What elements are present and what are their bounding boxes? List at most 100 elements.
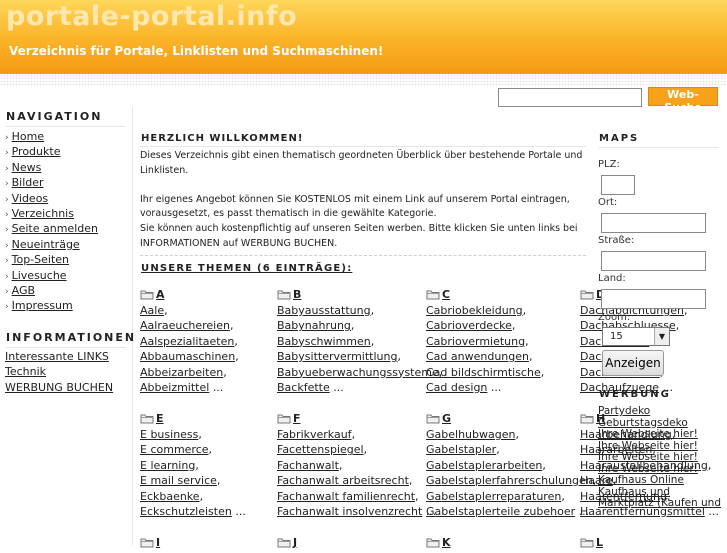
- category-item[interactable]: Cad design ...: [426, 380, 544, 395]
- nav-link[interactable]: AGB: [12, 284, 35, 297]
- nav-item-agb[interactable]: › AGB: [5, 283, 98, 298]
- category-link[interactable]: Babynahrung: [277, 319, 351, 332]
- category-item[interactable]: E commerce,: [140, 442, 246, 457]
- category-item[interactable]: Cad bildschirmtische,: [426, 365, 544, 380]
- category-link[interactable]: Babyausstattung: [277, 304, 371, 317]
- category-item[interactable]: Gabelstaplerarbeiten,: [426, 458, 596, 473]
- nav-link[interactable]: Produkte: [12, 145, 61, 158]
- category-item[interactable]: Fachanwalt insolvenzrecht ...: [277, 504, 436, 519]
- category-letter-link[interactable]: G: [442, 412, 451, 425]
- category-letter-link[interactable]: B: [293, 288, 301, 301]
- info-item[interactable]: WERBUNG BUCHEN: [5, 380, 113, 395]
- category-link[interactable]: Eckschutzleisten: [140, 505, 232, 518]
- ad-link[interactable]: Ihre Webseite hier!: [598, 463, 698, 475]
- category-letter-link[interactable]: C: [442, 288, 450, 301]
- category-link[interactable]: Abbeizmittel: [140, 381, 209, 394]
- category-link[interactable]: Aalspezialitaeten: [140, 335, 234, 348]
- category-link[interactable]: Fachanwalt familienrecht: [277, 490, 415, 503]
- category-letter-link[interactable]: F: [293, 412, 301, 425]
- category-letter-link[interactable]: I: [156, 536, 160, 549]
- category-link[interactable]: Eckbaenke: [140, 490, 200, 503]
- nav-item-produkte[interactable]: › Produkte: [5, 144, 98, 159]
- nav-link[interactable]: Seite anmelden: [12, 222, 98, 235]
- category-link[interactable]: Aalraeuchereien: [140, 319, 230, 332]
- nav-item-bilder[interactable]: › Bilder: [5, 175, 98, 190]
- category-item[interactable]: Fachanwalt familienrecht,: [277, 489, 436, 504]
- category-item[interactable]: Gabelstapler,: [426, 442, 596, 457]
- category-link[interactable]: E commerce: [140, 443, 209, 456]
- category-link[interactable]: E business: [140, 428, 198, 441]
- category-item[interactable]: Cabrioverdecke,: [426, 318, 544, 333]
- zoom-select[interactable]: 15 ▼: [602, 327, 670, 346]
- category-item[interactable]: Abbeizarbeiten,: [140, 365, 239, 380]
- category-item[interactable]: Babysittervermittlung,: [277, 349, 442, 364]
- info-link-technik[interactable]: Technik: [5, 365, 46, 378]
- category-item[interactable]: Babynahrung,: [277, 318, 442, 333]
- category-link[interactable]: Babysittervermittlung: [277, 350, 397, 363]
- category-link[interactable]: Cabrioverdecke: [426, 319, 512, 332]
- category-item[interactable]: Aalraeuchereien,: [140, 318, 239, 333]
- category-item[interactable]: Abbaumaschinen,: [140, 349, 239, 364]
- ad-link[interactable]: Ihre Webseite hier!: [598, 451, 698, 463]
- category-link[interactable]: Cad design: [426, 381, 487, 394]
- nav-link[interactable]: Top-Seiten: [12, 253, 69, 266]
- nav-link[interactable]: Livesuche: [12, 269, 67, 282]
- nav-link[interactable]: Impressum: [12, 299, 73, 312]
- category-item[interactable]: Eckschutzleisten ...: [140, 504, 246, 519]
- nav-link[interactable]: Home: [12, 130, 44, 143]
- ad-link[interactable]: Kaufhaus und: [598, 486, 670, 498]
- nav-item-seite-anmelden[interactable]: › Seite anmelden: [5, 221, 98, 236]
- ad-link[interactable]: Ihre Webseite hier!: [598, 428, 698, 440]
- category-link[interactable]: Babyschwimmen: [277, 335, 371, 348]
- category-link[interactable]: Cad bildschirmtische: [426, 366, 541, 379]
- nav-item-neueintraege[interactable]: › Neueinträge: [5, 237, 98, 252]
- category-item[interactable]: Fachanwalt arbeitsrecht,: [277, 473, 436, 488]
- ad-item[interactable]: Marktplatz (Kaufen und: [598, 497, 726, 510]
- category-item[interactable]: Aalspezialitaeten,: [140, 334, 239, 349]
- info-link-werbung-buchen[interactable]: WERBUNG BUCHEN: [5, 381, 113, 394]
- site-title[interactable]: portale-portal.info: [6, 1, 297, 32]
- category-item[interactable]: Cad anwendungen,: [426, 349, 544, 364]
- category-link[interactable]: Gabelstaplerreparaturen: [426, 490, 561, 503]
- web-search-button[interactable]: Web-Suche: [648, 87, 718, 114]
- category-item[interactable]: Cabriovermietung,: [426, 334, 544, 349]
- category-link[interactable]: Fachanwalt insolvenzrecht: [277, 505, 422, 518]
- info-link-interessante-links[interactable]: Interessante LINKS: [5, 350, 109, 363]
- category-item[interactable]: Fabrikverkauf,: [277, 427, 436, 442]
- nav-item-home[interactable]: › Home: [5, 129, 98, 144]
- show-map-button[interactable]: Anzeigen: [602, 350, 664, 376]
- nav-item-verzeichnis[interactable]: › Verzeichnis: [5, 206, 98, 221]
- strasse-input[interactable]: [601, 251, 706, 271]
- category-item[interactable]: Backfette ...: [277, 380, 442, 395]
- category-link[interactable]: Fabrikverkauf: [277, 428, 352, 441]
- category-letter-link[interactable]: K: [442, 536, 451, 549]
- category-item[interactable]: Babyueberwachungssysteme,: [277, 365, 442, 380]
- nav-link[interactable]: Videos: [12, 192, 49, 205]
- category-link[interactable]: Fachanwalt arbeitsrecht: [277, 474, 409, 487]
- land-input[interactable]: [601, 289, 706, 309]
- category-link[interactable]: Abbaumaschinen: [140, 350, 235, 363]
- nav-item-news[interactable]: › News: [5, 160, 98, 175]
- category-item[interactable]: Facettenspiegel,: [277, 442, 436, 457]
- category-link[interactable]: Fachanwalt: [277, 459, 339, 472]
- ad-link[interactable]: Geburtstagsdeko: [598, 417, 688, 429]
- category-letter-link[interactable]: J: [293, 536, 297, 549]
- category-item[interactable]: Babyschwimmen,: [277, 334, 442, 349]
- ad-link[interactable]: Kaufhaus Online: [598, 474, 684, 486]
- category-item[interactable]: Gabelstaplerreparaturen,: [426, 489, 596, 504]
- category-link[interactable]: Babyueberwachungssysteme: [277, 366, 439, 379]
- nav-item-impressum[interactable]: › Impressum: [5, 298, 98, 313]
- nav-item-livesuche[interactable]: › Livesuche: [5, 268, 98, 283]
- ad-link[interactable]: Marktplatz (Kaufen und: [598, 497, 721, 509]
- category-link[interactable]: E learning: [140, 459, 195, 472]
- category-link[interactable]: Backfette: [277, 381, 330, 394]
- category-item[interactable]: Cabriobekleidung,: [426, 303, 544, 318]
- category-letter-link[interactable]: E: [156, 412, 164, 425]
- nav-link[interactable]: Verzeichnis: [12, 207, 74, 220]
- ad-link[interactable]: Ihre Webseite hier!: [598, 440, 698, 452]
- category-item[interactable]: Gabelstaplerfahrerschulungen,: [426, 473, 596, 488]
- category-link[interactable]: Abbeizarbeiten: [140, 366, 223, 379]
- nav-link[interactable]: Bilder: [12, 176, 44, 189]
- plz-input[interactable]: [601, 175, 635, 195]
- nav-item-top-seiten[interactable]: › Top-Seiten: [5, 252, 98, 267]
